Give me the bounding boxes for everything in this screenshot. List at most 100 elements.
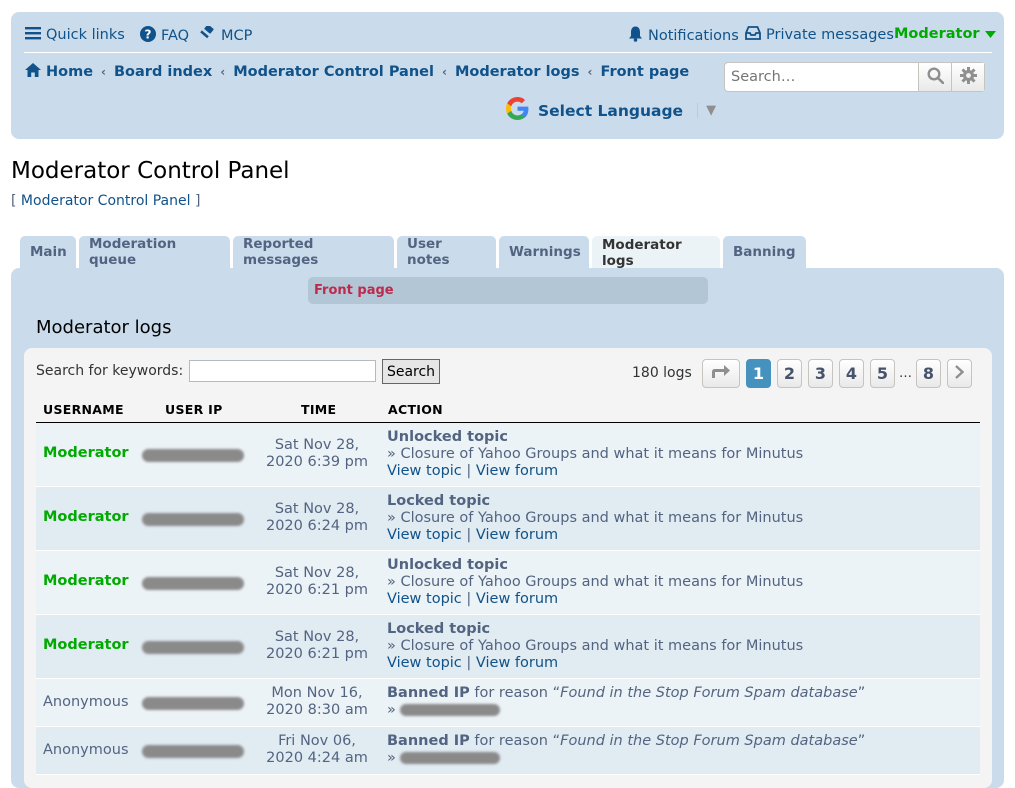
page-2[interactable]: 2 — [777, 359, 802, 388]
search-button[interactable] — [918, 63, 951, 91]
username-link[interactable]: Moderator — [43, 509, 129, 525]
log-clock: 2020 4:24 am — [266, 750, 368, 766]
header-divider — [24, 52, 992, 53]
view-topic-link[interactable]: View topic — [387, 463, 462, 479]
search-input[interactable] — [725, 63, 918, 91]
chevron-right-icon — [955, 364, 965, 383]
log-clock: 2020 8:30 am — [266, 702, 368, 718]
private-messages-link[interactable]: Private messages — [745, 26, 894, 44]
view-forum-link[interactable]: View forum — [476, 655, 558, 671]
view-forum-link[interactable]: View forum — [476, 527, 558, 543]
breadcrumb-moderator-logs[interactable]: Moderator logs — [455, 64, 580, 80]
tab-warnings[interactable]: Warnings — [499, 236, 589, 268]
log-action: Locked topic » Closure of Yahoo Groups a… — [387, 621, 803, 672]
jump-to-page-button[interactable] — [702, 359, 740, 388]
tab-user-notes[interactable]: User notes — [397, 236, 496, 268]
raquo: » — [387, 750, 396, 766]
table-row: Moderator Sat Nov 28, 2020 6:21 pm Unlock… — [36, 551, 980, 615]
log-time: Sat Nov 28, 2020 6:24 pm — [260, 501, 374, 535]
tab-banning[interactable]: Banning — [723, 236, 806, 268]
page-ellipsis: … — [899, 366, 912, 381]
redacted-ip — [142, 641, 244, 654]
redacted-ip — [400, 752, 501, 764]
view-topic-link[interactable]: View topic — [387, 591, 462, 607]
mcp-subtitle-link[interactable]: Moderator Control Panel — [21, 193, 191, 209]
log-date: Mon Nov 16, — [271, 685, 363, 701]
breadcrumb-front-page[interactable]: Front page — [600, 64, 689, 80]
action-title: Unlocked topic — [387, 429, 508, 445]
redacted-ip — [400, 704, 501, 716]
redacted-ip — [142, 449, 244, 462]
subnav-front-page[interactable]: Front page — [314, 283, 394, 298]
svg-text:?: ? — [145, 28, 152, 42]
tab-reported-messages[interactable]: Reported messages — [233, 236, 394, 268]
quick-links-label: Quick links — [46, 27, 125, 43]
next-page-button[interactable] — [947, 359, 972, 388]
top-nav: Quick links ? FAQ MCP Notifications Priv… — [25, 24, 996, 48]
table-header: USERNAME USER IP TIME ACTION — [24, 400, 981, 422]
keywords-search-button[interactable]: Search — [382, 359, 440, 384]
log-date: Sat Nov 28, — [274, 501, 360, 517]
raquo: » — [387, 702, 396, 718]
breadcrumb-board-index[interactable]: Board index — [114, 64, 212, 80]
logs-container: Search for keywords: Search 180 logs 1 2… — [24, 348, 992, 788]
log-time: Mon Nov 16, 2020 8:30 am — [260, 685, 374, 719]
tab-moderation-queue[interactable]: Moderation queue — [79, 236, 230, 268]
home-icon — [25, 63, 41, 81]
redacted-ip — [142, 513, 244, 526]
page-8[interactable]: 8 — [916, 359, 941, 388]
view-forum-link[interactable]: View forum — [476, 591, 558, 607]
page-4[interactable]: 4 — [839, 359, 864, 388]
user-menu[interactable]: Moderator — [894, 26, 996, 42]
language-label: Select Language — [538, 101, 684, 120]
page-subtitle: [ Moderator Control Panel ] — [11, 193, 200, 209]
view-topic-link[interactable]: View topic — [387, 655, 462, 671]
faq-link[interactable]: ? FAQ — [140, 26, 189, 46]
column-time: TIME — [301, 402, 337, 417]
table-row: Moderator Sat Nov 28, 2020 6:24 pm Locked… — [36, 487, 980, 551]
mcp-link[interactable]: MCP — [199, 24, 253, 46]
breadcrumb-home[interactable]: Home — [46, 64, 93, 80]
breadcrumb-separator: ‹ — [441, 65, 447, 79]
table-row: Moderator Sat Nov 28, 2020 6:39 pm Unlock… — [36, 423, 980, 487]
log-count: 180 logs — [632, 365, 692, 381]
question-icon: ? — [140, 26, 156, 46]
mcp-panel: Front page Moderator logs Search for key… — [11, 268, 1004, 788]
tab-main[interactable]: Main — [20, 236, 76, 268]
notifications-button[interactable]: Notifications — [628, 26, 739, 46]
breadcrumb: Home ‹ Board index ‹ Moderator Control P… — [25, 63, 689, 81]
inbox-icon — [745, 26, 761, 44]
gavel-icon — [199, 24, 216, 46]
language-selector[interactable]: Select Language ▼ — [505, 96, 716, 125]
page-1[interactable]: 1 — [746, 359, 771, 388]
log-clock: 2020 6:21 pm — [265, 646, 368, 662]
breadcrumb-separator: ‹ — [587, 65, 593, 79]
reason-prefix: for reason “ — [474, 685, 561, 701]
log-action: Banned IP for reason “Found in the Stop … — [387, 733, 865, 767]
bell-icon — [628, 26, 643, 46]
username-label: Anonymous — [43, 694, 129, 710]
view-forum-link[interactable]: View forum — [476, 463, 558, 479]
quick-links-button[interactable]: Quick links — [25, 26, 125, 44]
log-date: Sat Nov 28, — [274, 629, 360, 645]
pagination: 1 2 3 4 5 … 8 — [702, 359, 972, 388]
link-separator: | — [466, 591, 472, 607]
tab-moderator-logs[interactable]: Moderator logs — [592, 236, 720, 269]
ban-reason: Found in the Stop Forum Spam database — [560, 733, 858, 749]
site-search — [724, 62, 985, 92]
username-label: Anonymous — [43, 742, 129, 758]
page-3[interactable]: 3 — [808, 359, 833, 388]
action-title: Unlocked topic — [387, 557, 508, 573]
mcp-label: MCP — [221, 28, 253, 44]
keywords-input[interactable] — [189, 360, 376, 382]
action-detail: » Closure of Yahoo Groups and what it me… — [387, 510, 804, 526]
log-time: Fri Nov 06, 2020 4:24 am — [260, 733, 374, 767]
page-5[interactable]: 5 — [870, 359, 895, 388]
username-link[interactable]: Moderator — [43, 637, 129, 653]
view-topic-link[interactable]: View topic — [387, 527, 462, 543]
advanced-search-button[interactable] — [951, 63, 984, 91]
username-link[interactable]: Moderator — [43, 445, 129, 461]
username-link[interactable]: Moderator — [43, 573, 129, 589]
private-messages-label: Private messages — [766, 27, 894, 43]
breadcrumb-mcp[interactable]: Moderator Control Panel — [233, 64, 434, 80]
